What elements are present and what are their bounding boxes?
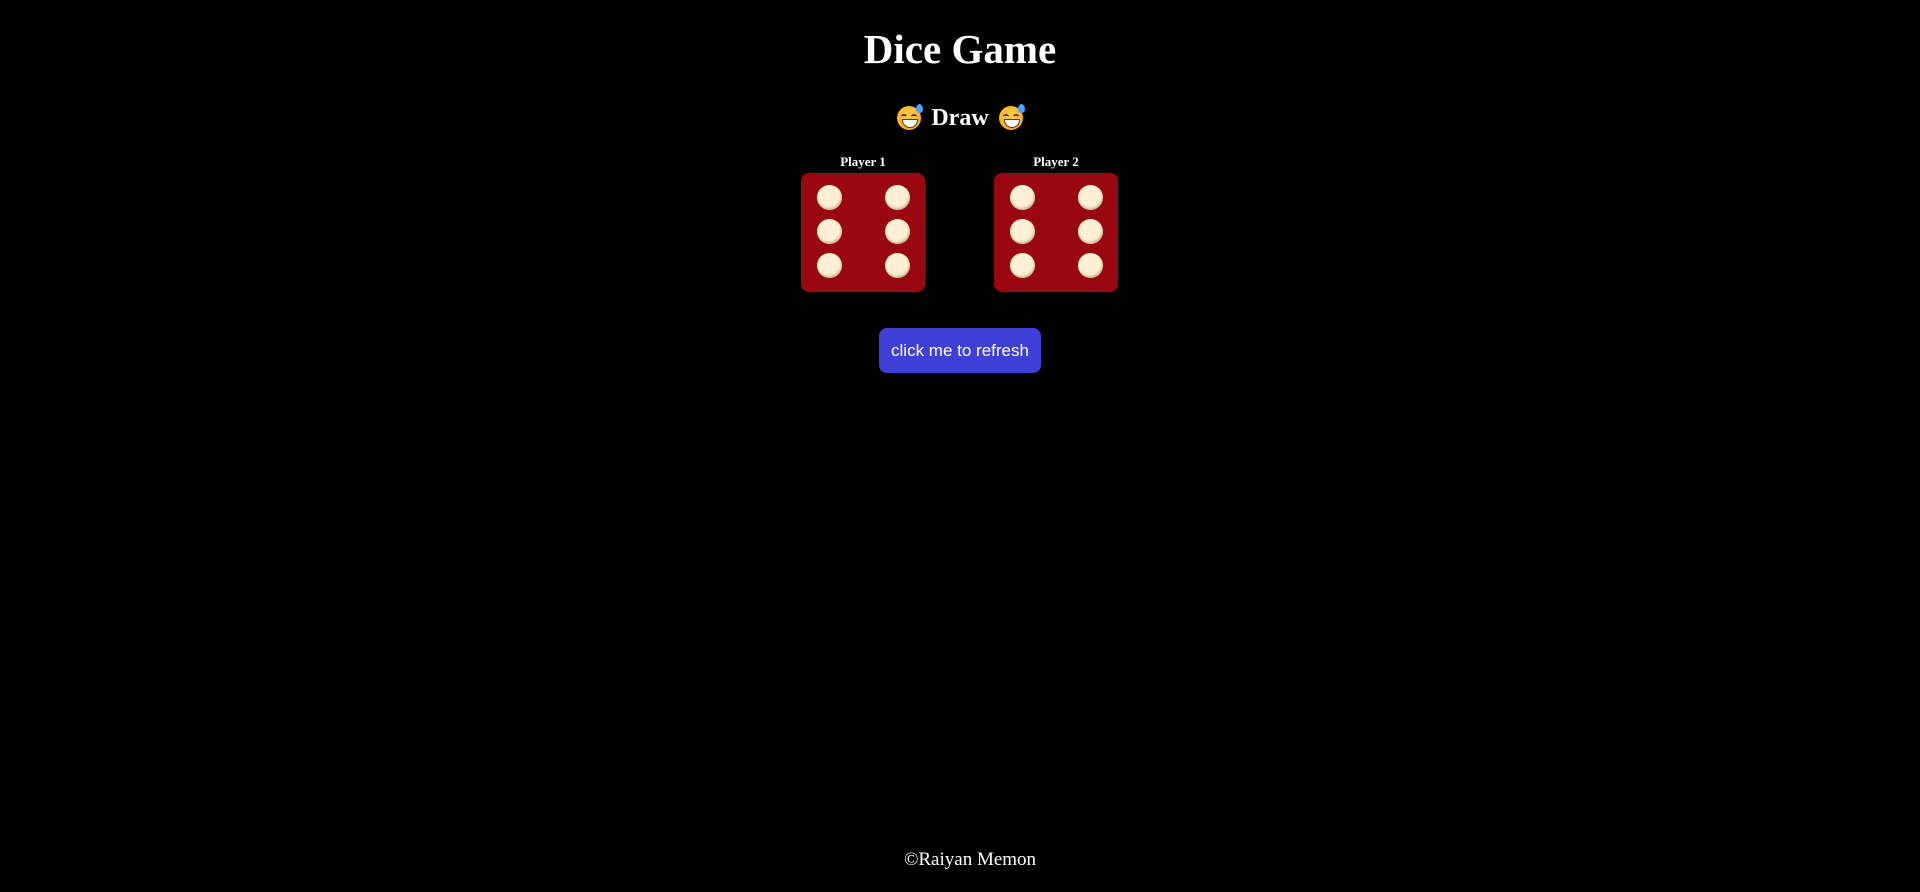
die-pip xyxy=(1078,219,1103,244)
die-pip xyxy=(885,185,910,210)
die-pip xyxy=(1078,253,1103,278)
player-1-die xyxy=(801,173,925,292)
result-banner: Draw xyxy=(0,100,1920,136)
die-pip xyxy=(885,219,910,244)
grinning-face-with-sweat-icon xyxy=(897,104,924,130)
die-pip xyxy=(817,185,842,210)
die-pip xyxy=(1010,219,1035,244)
player-2-panel: Player 2 xyxy=(994,155,1118,292)
die-pip xyxy=(1078,185,1103,210)
footer-copyright: ©Raiyan Memon xyxy=(903,849,1037,870)
dice-game-page: Dice Game Draw Player 1 Player 2 click m… xyxy=(0,0,1920,892)
refresh-button[interactable]: click me to refresh xyxy=(879,328,1041,373)
player-2-label: Player 2 xyxy=(1033,154,1079,169)
player-1-panel: Player 1 xyxy=(801,155,925,292)
die-pip xyxy=(1010,185,1035,210)
player-1-label: Player 1 xyxy=(840,154,886,169)
die-pip xyxy=(885,253,910,278)
die-pip xyxy=(817,253,842,278)
result-text: Draw xyxy=(931,105,989,131)
die-pip xyxy=(817,219,842,244)
die-pip xyxy=(1010,253,1035,278)
player-2-die xyxy=(994,173,1118,292)
grinning-face-with-sweat-icon xyxy=(998,104,1025,130)
page-title: Dice Game xyxy=(863,26,1057,72)
